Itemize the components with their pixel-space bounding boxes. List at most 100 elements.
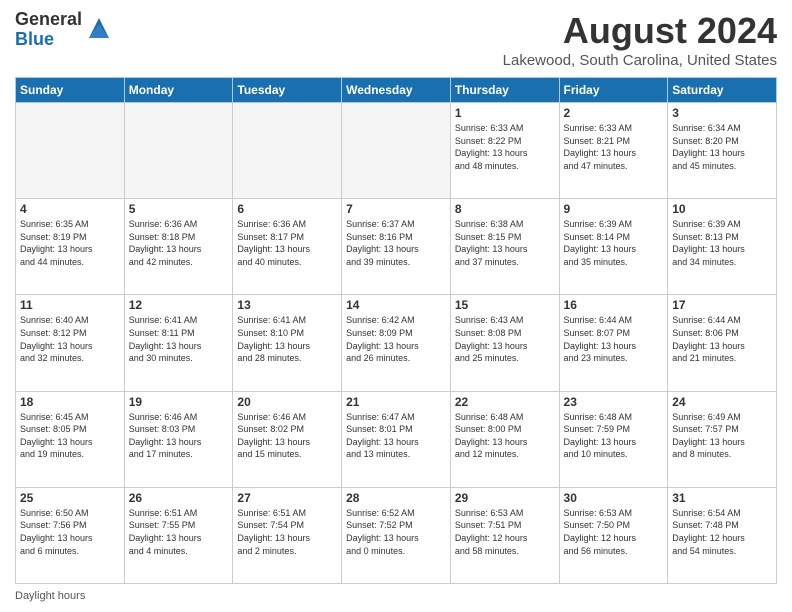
subtitle: Lakewood, South Carolina, United States [503,52,777,69]
day-info: Sunrise: 6:48 AM Sunset: 8:00 PM Dayligh… [455,411,555,461]
day-info: Sunrise: 6:46 AM Sunset: 8:02 PM Dayligh… [237,411,337,461]
table-row: 18Sunrise: 6:45 AM Sunset: 8:05 PM Dayli… [16,391,125,487]
day-info: Sunrise: 6:50 AM Sunset: 7:56 PM Dayligh… [20,507,120,557]
day-info: Sunrise: 6:44 AM Sunset: 8:06 PM Dayligh… [672,314,772,364]
table-row: 6Sunrise: 6:36 AM Sunset: 8:17 PM Daylig… [233,199,342,295]
table-row [233,103,342,199]
table-row: 29 Sunrise: 6:53 AM Sunset: 7:51 PM Dayli… [450,487,559,583]
day-number: 2 [564,106,664,120]
table-row [342,103,451,199]
table-row: 19Sunrise: 6:46 AM Sunset: 8:03 PM Dayli… [124,391,233,487]
day-info: Sunrise: 6:41 AM Sunset: 8:11 PM Dayligh… [129,314,229,364]
col-thursday: Thursday [450,78,559,103]
day-info: Sunrise: 6:47 AM Sunset: 8:01 PM Dayligh… [346,411,446,461]
day-info: Sunrise: 6:33 AM Sunset: 8:21 PM Dayligh… [564,122,664,172]
day-number: 30 [564,491,664,505]
day-info: Sunrise: 6:35 AM Sunset: 8:19 PM Dayligh… [20,218,120,268]
table-row: 2 Sunrise: 6:33 AM Sunset: 8:21 PM Daylig… [559,103,668,199]
table-row: 20 Sunrise: 6:46 AM Sunset: 8:02 PM Dayli… [233,391,342,487]
day-number: 24 [672,395,772,409]
logo-blue: Blue [15,30,82,50]
day-number: 7 [346,202,446,216]
table-row: 25 Sunrise: 6:50 AM Sunset: 7:56 PM Dayli… [16,487,125,583]
col-friday: Friday [559,78,668,103]
day-info: Sunrise: 6:54 AM Sunset: 7:48 PM Dayligh… [672,507,772,557]
table-row: 10Sunrise: 6:39 AM Sunset: 8:13 PM Dayli… [668,199,777,295]
day-info: Sunrise: 6:51 AM Sunset: 7:54 PM Dayligh… [237,507,337,557]
table-row: 3 Sunrise: 6:34 AM Sunset: 8:20 PM Daylig… [668,103,777,199]
day-number: 16 [564,298,664,312]
footer-text: Daylight hours [15,590,85,602]
table-row: 16 Sunrise: 6:44 AM Sunset: 8:07 PM Dayli… [559,295,668,391]
table-row: 21 Sunrise: 6:47 AM Sunset: 8:01 PM Dayli… [342,391,451,487]
page: General Blue August 2024 Lakewood, South… [0,0,792,612]
week-row-3: 11 Sunrise: 6:40 AM Sunset: 8:12 PM Dayli… [16,295,777,391]
day-info: Sunrise: 6:39 AM Sunset: 8:13 PM Dayligh… [672,218,772,268]
table-row: 8 Sunrise: 6:38 AM Sunset: 8:15 PM Daylig… [450,199,559,295]
day-info: Sunrise: 6:51 AM Sunset: 7:55 PM Dayligh… [129,507,229,557]
col-tuesday: Tuesday [233,78,342,103]
table-row: 22Sunrise: 6:48 AM Sunset: 8:00 PM Dayli… [450,391,559,487]
table-row: 9 Sunrise: 6:39 AM Sunset: 8:14 PM Daylig… [559,199,668,295]
table-row: 1Sunrise: 6:33 AM Sunset: 8:22 PM Daylig… [450,103,559,199]
day-info: Sunrise: 6:39 AM Sunset: 8:14 PM Dayligh… [564,218,664,268]
day-info: Sunrise: 6:33 AM Sunset: 8:22 PM Dayligh… [455,122,555,172]
day-number: 25 [20,491,120,505]
day-info: Sunrise: 6:49 AM Sunset: 7:57 PM Dayligh… [672,411,772,461]
day-number: 5 [129,202,229,216]
table-row: 23Sunrise: 6:48 AM Sunset: 7:59 PM Dayli… [559,391,668,487]
footer: Daylight hours [15,590,777,602]
day-info: Sunrise: 6:40 AM Sunset: 8:12 PM Dayligh… [20,314,120,364]
logo: General Blue [15,10,113,50]
day-number: 8 [455,202,555,216]
week-row-4: 18Sunrise: 6:45 AM Sunset: 8:05 PM Dayli… [16,391,777,487]
day-number: 20 [237,395,337,409]
day-number: 18 [20,395,120,409]
col-monday: Monday [124,78,233,103]
day-info: Sunrise: 6:37 AM Sunset: 8:16 PM Dayligh… [346,218,446,268]
table-row: 14 Sunrise: 6:42 AM Sunset: 8:09 PM Dayli… [342,295,451,391]
logo-general: General [15,10,82,30]
day-info: Sunrise: 6:53 AM Sunset: 7:51 PM Dayligh… [455,507,555,557]
day-number: 11 [20,298,120,312]
table-row: 11 Sunrise: 6:40 AM Sunset: 8:12 PM Dayli… [16,295,125,391]
day-number: 28 [346,491,446,505]
col-wednesday: Wednesday [342,78,451,103]
col-saturday: Saturday [668,78,777,103]
table-row: 17 Sunrise: 6:44 AM Sunset: 8:06 PM Dayli… [668,295,777,391]
day-number: 15 [455,298,555,312]
table-row [124,103,233,199]
table-row: 15Sunrise: 6:43 AM Sunset: 8:08 PM Dayli… [450,295,559,391]
day-info: Sunrise: 6:34 AM Sunset: 8:20 PM Dayligh… [672,122,772,172]
table-row: 13Sunrise: 6:41 AM Sunset: 8:10 PM Dayli… [233,295,342,391]
day-info: Sunrise: 6:41 AM Sunset: 8:10 PM Dayligh… [237,314,337,364]
table-row: 12 Sunrise: 6:41 AM Sunset: 8:11 PM Dayli… [124,295,233,391]
table-row: 26 Sunrise: 6:51 AM Sunset: 7:55 PM Dayli… [124,487,233,583]
day-number: 23 [564,395,664,409]
day-number: 12 [129,298,229,312]
month-title: August 2024 [503,10,777,52]
week-row-1: 1Sunrise: 6:33 AM Sunset: 8:22 PM Daylig… [16,103,777,199]
day-info: Sunrise: 6:38 AM Sunset: 8:15 PM Dayligh… [455,218,555,268]
day-number: 4 [20,202,120,216]
table-row: 28 Sunrise: 6:52 AM Sunset: 7:52 PM Dayli… [342,487,451,583]
day-number: 27 [237,491,337,505]
day-number: 26 [129,491,229,505]
day-info: Sunrise: 6:44 AM Sunset: 8:07 PM Dayligh… [564,314,664,364]
table-row: 5Sunrise: 6:36 AM Sunset: 8:18 PM Daylig… [124,199,233,295]
day-info: Sunrise: 6:42 AM Sunset: 8:09 PM Dayligh… [346,314,446,364]
day-number: 9 [564,202,664,216]
day-number: 14 [346,298,446,312]
day-number: 17 [672,298,772,312]
day-number: 21 [346,395,446,409]
day-info: Sunrise: 6:36 AM Sunset: 8:17 PM Dayligh… [237,218,337,268]
table-row: 24 Sunrise: 6:49 AM Sunset: 7:57 PM Dayli… [668,391,777,487]
day-number: 3 [672,106,772,120]
table-row: 27 Sunrise: 6:51 AM Sunset: 7:54 PM Dayli… [233,487,342,583]
day-number: 29 [455,491,555,505]
title-block: August 2024 Lakewood, South Carolina, Un… [503,10,777,69]
header: General Blue August 2024 Lakewood, South… [15,10,777,69]
table-row: 30Sunrise: 6:53 AM Sunset: 7:50 PM Dayli… [559,487,668,583]
day-info: Sunrise: 6:52 AM Sunset: 7:52 PM Dayligh… [346,507,446,557]
calendar-table: Sunday Monday Tuesday Wednesday Thursday… [15,77,777,584]
